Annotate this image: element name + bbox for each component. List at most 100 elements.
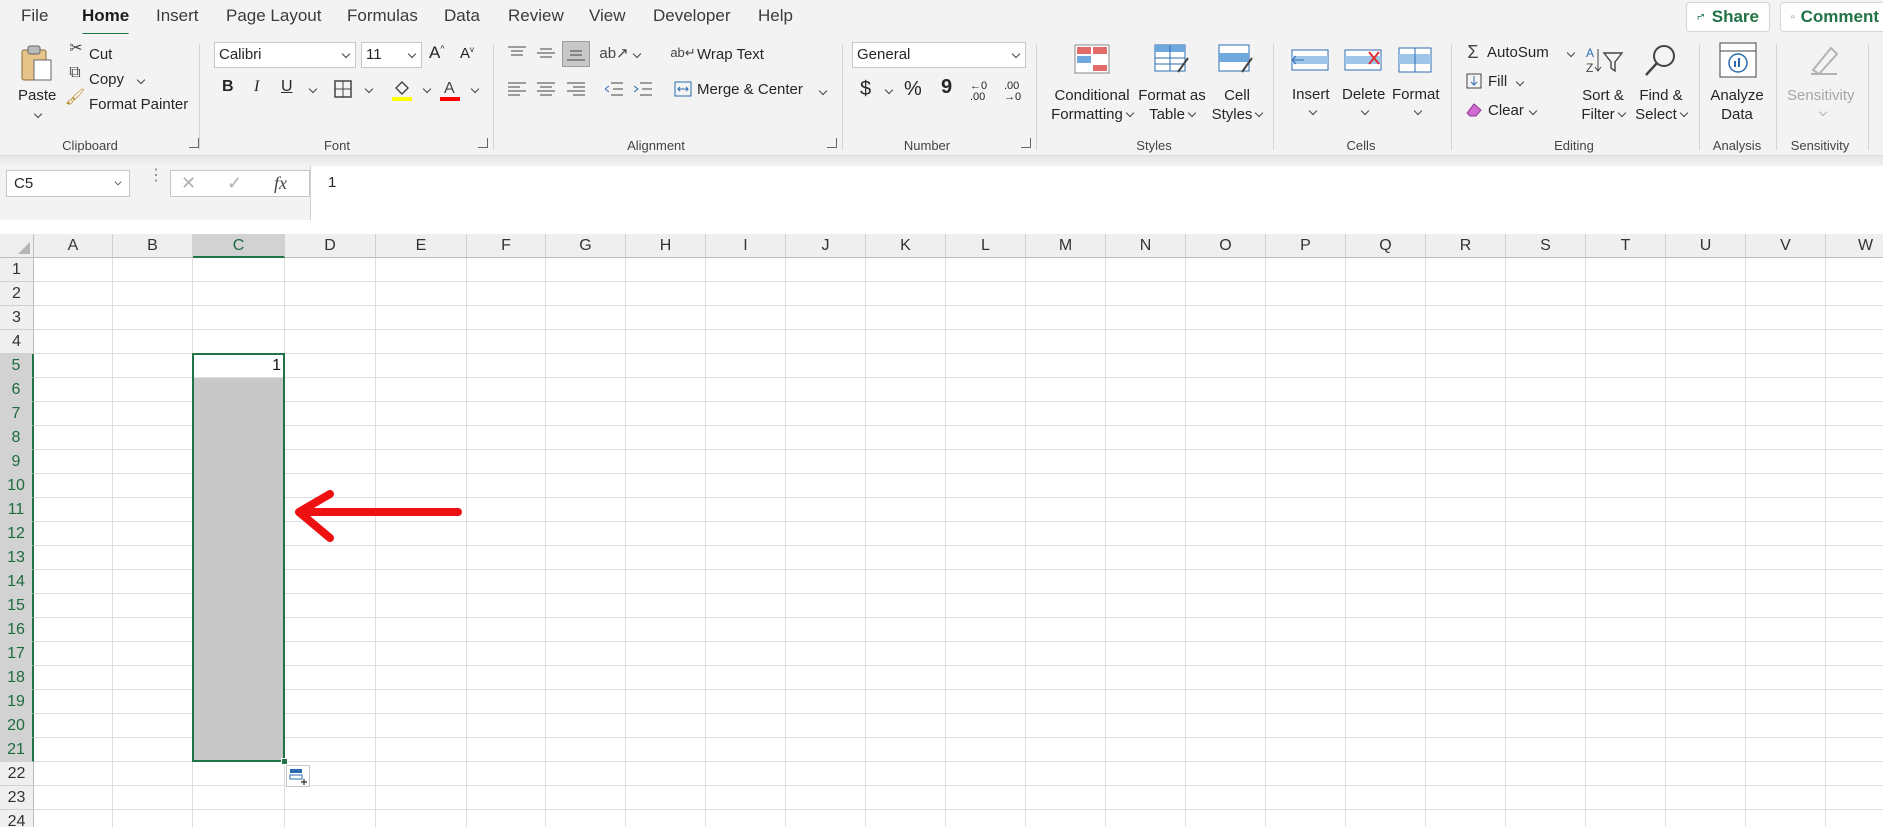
sort-filter-icon[interactable]: AZ	[1584, 44, 1624, 76]
format-painter-icon[interactable]: 🖌	[65, 87, 85, 107]
column-header-t[interactable]: T	[1586, 234, 1666, 258]
row-header-8[interactable]: 8	[0, 426, 34, 450]
font-name-box[interactable]: Calibri	[214, 42, 356, 68]
delete-dropdown-icon[interactable]	[1360, 106, 1370, 116]
decrease-decimal-icon[interactable]: .00 →0	[1004, 81, 1021, 103]
sort-filter-button[interactable]: Sort & Filter	[1572, 86, 1634, 124]
wrap-text-label[interactable]: Wrap Text	[697, 46, 764, 63]
number-launcher-icon[interactable]	[1021, 138, 1031, 148]
paste-label[interactable]: Paste	[18, 87, 56, 104]
share-button[interactable]: Share	[1686, 2, 1770, 32]
percent-button[interactable]: %	[904, 78, 922, 101]
merge-center-dropdown-icon[interactable]	[818, 86, 828, 96]
decrease-font-icon[interactable]: Av	[460, 45, 474, 62]
column-header-u[interactable]: U	[1666, 234, 1746, 258]
font-color-icon[interactable]: A	[440, 78, 460, 102]
row-header-20[interactable]: 20	[0, 714, 34, 738]
cell-styles-button[interactable]: Cell Styles	[1206, 86, 1268, 124]
currency-dropdown-icon[interactable]	[884, 85, 894, 95]
paste-icon[interactable]	[16, 43, 56, 83]
cancel-icon[interactable]: ✕	[181, 173, 196, 194]
font-color-dropdown-icon[interactable]	[470, 84, 480, 94]
column-header-k[interactable]: K	[866, 234, 946, 258]
clear-dropdown-icon[interactable]	[1528, 106, 1538, 116]
row-header-4[interactable]: 4	[0, 330, 34, 354]
increase-font-icon[interactable]: A^	[429, 43, 445, 63]
column-header-w[interactable]: W	[1826, 234, 1883, 258]
format-dropdown-icon[interactable]	[1413, 106, 1423, 116]
tab-view[interactable]: View	[589, 6, 626, 26]
orientation-dropdown-icon[interactable]	[632, 49, 642, 59]
number-format-box[interactable]: General	[852, 42, 1026, 68]
cut-label[interactable]: Cut	[89, 46, 112, 63]
font-size-box[interactable]: 11	[361, 42, 422, 68]
more-options-icon[interactable]: ⋮	[148, 168, 164, 184]
merge-center-label[interactable]: Merge & Center	[697, 81, 803, 98]
borders-dropdown-icon[interactable]	[364, 84, 374, 94]
row-header-21[interactable]: 21	[0, 738, 34, 762]
select-all-button[interactable]	[0, 234, 34, 258]
align-right-icon[interactable]	[565, 80, 587, 98]
fill-handle[interactable]	[281, 758, 288, 765]
row-header-19[interactable]: 19	[0, 690, 34, 714]
insert-function-icon[interactable]: fx	[274, 173, 287, 194]
column-header-o[interactable]: O	[1186, 234, 1266, 258]
paste-dropdown-icon[interactable]	[33, 109, 43, 119]
column-header-e[interactable]: E	[376, 234, 467, 258]
delete-cells-label[interactable]: Delete	[1342, 86, 1385, 103]
column-header-s[interactable]: S	[1506, 234, 1586, 258]
underline-dropdown-icon[interactable]	[308, 84, 318, 94]
row-header-18[interactable]: 18	[0, 666, 34, 690]
clear-icon[interactable]	[1465, 100, 1483, 118]
clipboard-launcher-icon[interactable]	[189, 138, 199, 148]
conditional-formatting-icon[interactable]	[1074, 43, 1110, 75]
insert-cells-label[interactable]: Insert	[1292, 86, 1330, 103]
fill-dropdown-icon[interactable]	[1515, 77, 1525, 87]
insert-cells-icon[interactable]	[1290, 43, 1330, 75]
column-header-h[interactable]: H	[626, 234, 706, 258]
cell-styles-icon[interactable]	[1218, 43, 1254, 75]
decrease-indent-icon[interactable]	[603, 80, 625, 98]
column-header-f[interactable]: F	[467, 234, 546, 258]
copy-label[interactable]: Copy	[89, 71, 124, 88]
analyze-data-button[interactable]: Analyze Data	[1704, 86, 1770, 124]
copy-icon[interactable]: ⧉	[65, 63, 85, 83]
column-header-q[interactable]: Q	[1346, 234, 1426, 258]
autosum-label[interactable]: AutoSum	[1487, 44, 1549, 61]
increase-decimal-icon[interactable]: ←0.00	[970, 81, 987, 103]
column-header-l[interactable]: L	[946, 234, 1026, 258]
cut-icon[interactable]: ✂	[66, 38, 86, 58]
row-header-3[interactable]: 3	[0, 306, 34, 330]
column-header-j[interactable]: J	[786, 234, 866, 258]
row-header-11[interactable]: 11	[0, 498, 34, 522]
row-header-1[interactable]: 1	[0, 258, 34, 282]
tab-home[interactable]: Home	[82, 6, 130, 36]
tab-help[interactable]: Help	[758, 6, 793, 26]
formula-input[interactable]: 1	[310, 166, 1883, 220]
font-launcher-icon[interactable]	[478, 138, 488, 148]
clear-label[interactable]: Clear	[1488, 102, 1524, 119]
borders-icon[interactable]	[333, 79, 353, 99]
row-header-12[interactable]: 12	[0, 522, 34, 546]
find-select-button[interactable]: Find & Select	[1628, 86, 1694, 124]
tab-developer[interactable]: Developer	[653, 6, 731, 26]
quick-analysis-button[interactable]	[286, 765, 310, 787]
row-header-17[interactable]: 17	[0, 642, 34, 666]
insert-dropdown-icon[interactable]	[1308, 106, 1318, 116]
row-header-10[interactable]: 10	[0, 474, 34, 498]
align-middle-icon[interactable]	[535, 44, 557, 62]
format-as-table-icon[interactable]	[1154, 43, 1190, 75]
format-as-table-button[interactable]: Format as Table	[1134, 86, 1210, 124]
row-header-13[interactable]: 13	[0, 546, 34, 570]
align-center-icon[interactable]	[535, 80, 557, 98]
tab-review[interactable]: Review	[508, 6, 564, 26]
align-bottom-icon[interactable]	[562, 41, 590, 67]
column-header-p[interactable]: P	[1266, 234, 1346, 258]
format-cells-icon[interactable]	[1395, 43, 1435, 75]
comma-button[interactable]: 9	[941, 76, 952, 99]
comments-button[interactable]: Comment	[1780, 2, 1883, 32]
orientation-icon[interactable]: ab↗	[599, 43, 628, 63]
row-header-16[interactable]: 16	[0, 618, 34, 642]
column-header-b[interactable]: B	[113, 234, 193, 258]
column-header-a[interactable]: A	[34, 234, 113, 258]
